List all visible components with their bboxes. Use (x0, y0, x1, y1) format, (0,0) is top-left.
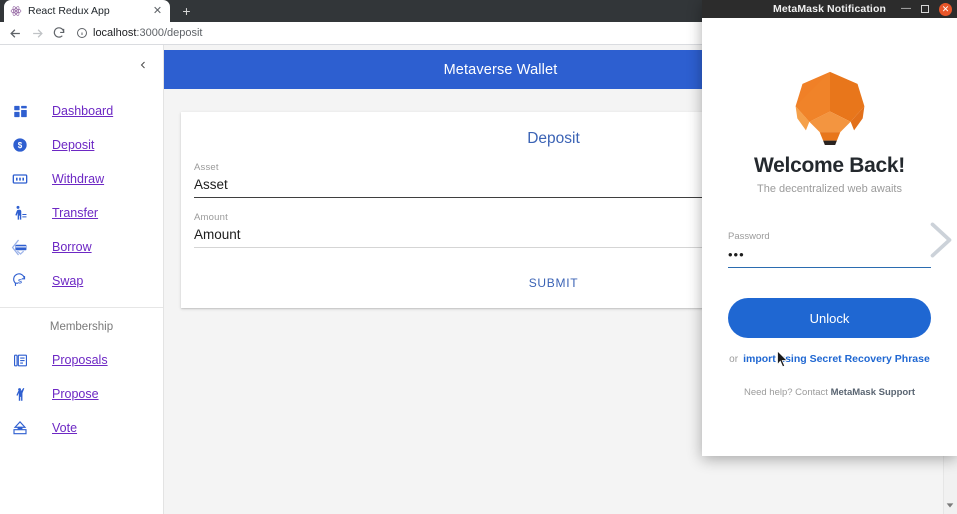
sidebar-item-propose[interactable]: Propose (0, 377, 163, 411)
dashboard-grid-icon (8, 99, 32, 123)
sidebar-item-transfer[interactable]: Transfer (0, 196, 163, 230)
sidebar-nav: Dashboard $ Deposit Withdraw Transfer Bo… (0, 84, 163, 298)
sidebar-item-label: Transfer (52, 206, 99, 220)
react-logo-icon (10, 6, 22, 16)
metamask-subtitle: The decentralized web awaits (757, 183, 902, 195)
metamask-help-text: Need help? Contact MetaMask Support (744, 387, 915, 398)
sidebar-item-swap[interactable]: S Swap (0, 264, 163, 298)
chevron-right-icon (930, 222, 952, 258)
metamask-notification-window: MetaMask Notification — ✕ Welcome Back! … (702, 0, 957, 456)
sidebar-item-label: Swap (52, 274, 84, 288)
sidebar-section-membership: Membership (49, 321, 114, 333)
banknote-icon (8, 167, 32, 191)
sidebar: Dashboard $ Deposit Withdraw Transfer Bo… (0, 45, 164, 514)
sidebar-item-label: Dashboard (52, 104, 114, 118)
sidebar-item-label: Borrow (52, 240, 92, 254)
metamask-heading: Welcome Back! (754, 154, 905, 177)
svg-text:S: S (18, 280, 22, 286)
submit-button[interactable]: SUBMIT (519, 272, 589, 294)
metamask-window-title: MetaMask Notification (773, 3, 886, 15)
import-row: or import using Secret Recovery Phrase (729, 353, 930, 365)
omnibox-host: localhost (93, 27, 137, 39)
help-prefix: Need help? Contact (743, 387, 831, 398)
sidebar-item-deposit[interactable]: $ Deposit (0, 128, 163, 162)
metamask-fox-icon (795, 71, 864, 145)
metamask-body: Welcome Back! The decentralized web awai… (702, 18, 957, 456)
sidebar-item-dashboard[interactable]: Dashboard (0, 94, 163, 128)
arrow-right-icon (26, 23, 48, 43)
person-raise-hand-icon (8, 382, 32, 406)
sidebar-item-label: Proposals (52, 353, 108, 367)
sidebar-header (0, 45, 163, 84)
window-controls: — ✕ (901, 0, 952, 18)
info-circle-icon (77, 28, 87, 38)
sidebar-membership-nav: Proposals Propose Vote (0, 343, 163, 445)
metamask-support-link[interactable]: MetaMask Support (831, 387, 915, 398)
chevron-left-icon[interactable] (133, 55, 153, 75)
plus-icon[interactable]: + (178, 3, 195, 20)
card-arrow-left-icon (8, 235, 32, 259)
reload-icon[interactable] (48, 23, 70, 43)
omnibox-url: localhost:3000/deposit (93, 27, 202, 39)
sidebar-item-vote[interactable]: Vote (0, 411, 163, 445)
browser-tab-title: React Redux App (28, 5, 110, 17)
dollar-circle-icon: $ (8, 133, 32, 157)
sidebar-item-withdraw[interactable]: Withdraw (0, 162, 163, 196)
screen: React Redux App ✕ + localhost:3000/depos… (0, 0, 957, 514)
import-secret-recovery-phrase-link[interactable]: import using Secret Recovery Phrase (743, 353, 930, 365)
arrow-left-icon[interactable] (4, 23, 26, 43)
ballot-box-icon (8, 416, 32, 440)
metamask-password-form: Password (728, 222, 952, 268)
omnibox-path: :3000/deposit (136, 27, 203, 39)
or-label: or (729, 354, 739, 365)
sidebar-item-label: Propose (52, 387, 99, 401)
password-field-label: Password (728, 231, 770, 242)
swap-circle-icon: S (8, 269, 32, 293)
unlock-button[interactable]: Unlock (728, 298, 931, 338)
svg-text:$: $ (18, 141, 23, 150)
close-icon[interactable]: ✕ (939, 2, 952, 16)
sidebar-item-borrow[interactable]: Borrow (0, 230, 163, 264)
page-title: Metaverse Wallet (443, 61, 558, 78)
person-transfer-icon (8, 201, 32, 225)
maximize-icon[interactable] (921, 5, 929, 13)
documents-icon (8, 348, 32, 372)
close-icon[interactable]: ✕ (151, 5, 164, 18)
sidebar-item-label: Deposit (52, 138, 95, 152)
sidebar-item-proposals[interactable]: Proposals (0, 343, 163, 377)
chevron-down-icon[interactable] (945, 500, 955, 510)
sidebar-item-label: Vote (52, 421, 78, 435)
metamask-titlebar: MetaMask Notification — ✕ (702, 0, 957, 18)
password-input[interactable] (728, 247, 931, 268)
browser-tab[interactable]: React Redux App ✕ (4, 0, 170, 22)
sidebar-item-label: Withdraw (52, 172, 105, 186)
minimize-icon[interactable]: — (901, 4, 911, 14)
